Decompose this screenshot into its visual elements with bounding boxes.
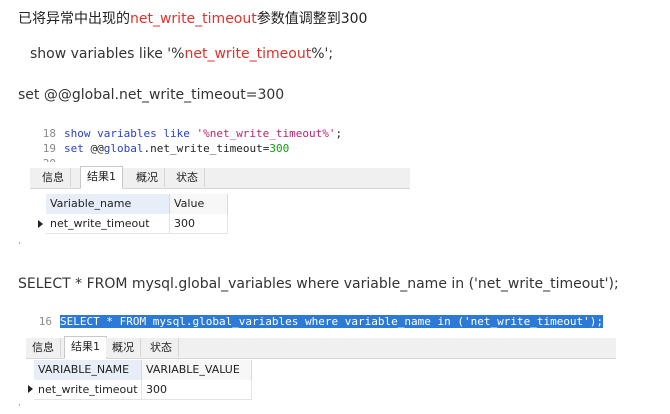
result-tab[interactable]: 概况 [106, 338, 141, 357]
line-number: 18 [42, 127, 56, 140]
show-command-before: show variables like '% [30, 46, 185, 62]
line-number: 16 [38, 315, 52, 328]
result-tab[interactable]: 状态 [144, 338, 179, 357]
code-token: global [103, 142, 144, 155]
code-line: 18 show variables like '%net_write_timeou… [30, 126, 410, 141]
result-tab[interactable]: 结果1 [64, 336, 107, 359]
column-header-value[interactable]: Value [170, 194, 228, 214]
result-tab[interactable]: 结果1 [80, 166, 123, 189]
sql-editor: 16 SELECT * FROM mysql.global_variables w… [26, 314, 616, 330]
code-token: .net_write_timeout= [143, 142, 270, 155]
code-token: @@ [90, 142, 104, 155]
result-grid: Variable_name Value net_write_timeout 30… [30, 192, 260, 236]
table-cell-value[interactable]: 300 [170, 214, 228, 234]
show-command-highlight: net_write_timeout [184, 46, 312, 62]
show-command-after: %'; [311, 46, 334, 62]
table-cell-variable-name[interactable]: net_write_timeout [34, 380, 142, 400]
result-tab[interactable]: 信息 [36, 168, 71, 187]
result-tab[interactable]: 状态 [170, 168, 205, 187]
selected-sql-statement[interactable]: SELECT * FROM mysql.global_variables whe… [60, 315, 604, 328]
code-token: '%net_write_timeout%' [196, 127, 336, 140]
column-header-variable-value[interactable]: VARIABLE_VALUE [142, 360, 252, 380]
code-token: ; [335, 127, 343, 140]
current-row-marker-icon [28, 385, 33, 393]
result-tabbar: 信息 结果1 概况 状态 [30, 166, 410, 189]
sql-editor-partial-line: 20 [30, 156, 70, 162]
result-grid: VARIABLE_NAME VARIABLE_VALUE net_write_t… [26, 360, 286, 400]
summary-line: 已将异常中出现的net_write_timeout参数值调整到300 [18, 8, 367, 28]
query-result-screenshot-2: 16 SELECT * FROM mysql.global_variables w… [26, 308, 616, 404]
image-edge-mark: , [18, 398, 21, 408]
code-token: set [64, 142, 91, 155]
select-command-line: SELECT * FROM mysql.global_variables whe… [18, 276, 619, 292]
line-number: 20 [30, 156, 56, 162]
result-tab[interactable]: 信息 [26, 338, 61, 357]
column-header-variable-name[interactable]: Variable_name [46, 194, 170, 214]
column-header-variable-name[interactable]: VARIABLE_NAME [34, 360, 142, 380]
summary-param-highlight: net_write_timeout [130, 11, 257, 27]
table-cell-variable-value[interactable]: 300 [142, 380, 252, 400]
query-result-screenshot-1: 18 show variables like '%net_write_timeou… [30, 122, 410, 240]
code-token: 300 [269, 142, 290, 155]
summary-text-before: 已将异常中出现的 [18, 11, 130, 27]
table-cell-variable-name[interactable]: net_write_timeout [46, 214, 170, 234]
current-row-marker-icon [38, 220, 43, 228]
result-tabbar: 信息 结果1 概况 状态 [26, 336, 616, 359]
show-command-line: show variables like '%net_write_timeout%… [30, 46, 333, 62]
image-edge-mark: , [18, 236, 21, 246]
summary-text-after: 参数值调整到300 [256, 11, 368, 27]
result-tab[interactable]: 概况 [130, 168, 165, 187]
code-token: show variables like [64, 127, 197, 140]
set-command-line: set @@global.net_write_timeout=300 [18, 87, 285, 103]
code-line: 19 set @@global.net_write_timeout=300 [30, 141, 410, 156]
line-number: 19 [42, 142, 56, 155]
sql-editor: 18 show variables like '%net_write_timeou… [30, 126, 410, 160]
